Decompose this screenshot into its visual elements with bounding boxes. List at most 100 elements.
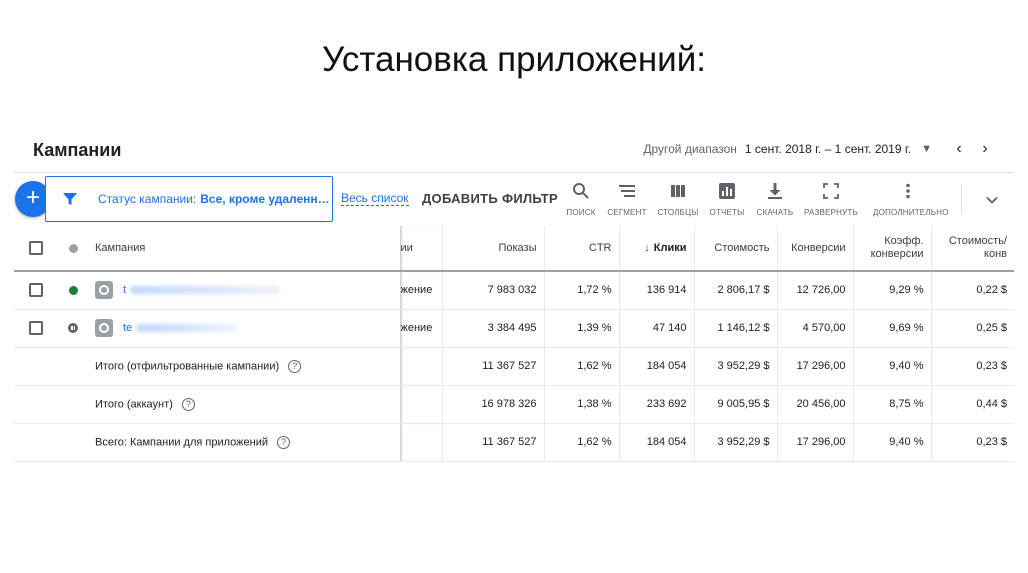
redacted-name: [130, 286, 281, 295]
col-header-conv-rate[interactable]: Коэфф. конверсии: [852, 226, 931, 272]
table-row[interactable]: t жение 7 983 032 1,72 % 136 914 2 806,1…: [14, 271, 1014, 310]
total-label-cell: Итого (аккаунт)?: [88, 385, 400, 424]
type-cell: [399, 423, 442, 462]
table-row[interactable]: te жение 3 384 495 1,39 % 47 140 1 146,1…: [14, 309, 1014, 348]
campaign-status-filter[interactable]: Статус кампании: Все, кроме удаленн…: [45, 176, 333, 222]
filter-icon: [63, 193, 77, 205]
enabled-status-icon[interactable]: [68, 285, 78, 295]
header-divider: [14, 172, 1014, 173]
total-label: Всего: Кампании для приложений: [95, 435, 268, 448]
columns-icon: [671, 185, 685, 197]
cost-cell: 2 806,17 $: [693, 271, 777, 310]
expand-tool-button[interactable]: РАЗВЕРНУТЬ: [796, 182, 866, 217]
conv-rate-cell: 9,40 %: [852, 347, 931, 386]
row-status-cell: [58, 309, 88, 348]
app-campaign-icon: [95, 281, 113, 300]
cost-per-conv-cell: 0,25 $: [930, 309, 1014, 348]
chevron-down-icon[interactable]: [982, 190, 1002, 210]
toolbar-divider: [961, 184, 962, 214]
conversions-cell: 17 296,00: [776, 423, 853, 462]
slide-title: Установка приложений:: [321, 40, 707, 79]
row-select-cell: [14, 309, 58, 348]
col-header-campaign[interactable]: Кампания: [88, 226, 400, 272]
date-range-value[interactable]: 1 сент. 2018 г. – 1 сент. 2019 г.: [745, 142, 911, 156]
total-label-cell: Всего: Кампании для приложений?: [88, 423, 400, 462]
col-header-clicks[interactable]: ↓ Клики: [618, 226, 694, 272]
cost-cell: 3 952,29 $: [693, 423, 777, 462]
col-header-impressions[interactable]: Показы: [441, 226, 544, 272]
campaign-cell: te: [88, 309, 400, 348]
table-header-row: Кампания ии Показы CTR ↓ Клики Стоимость …: [14, 226, 1014, 272]
ctr-cell: 1,72 %: [543, 271, 619, 310]
status-header-cell: [58, 226, 88, 272]
filter-label: Статус кампании:: [98, 192, 197, 206]
clicks-cell: 184 054: [618, 347, 694, 386]
prev-period-button[interactable]: ‹: [946, 140, 972, 158]
conversions-cell: 4 570,00: [776, 309, 853, 348]
expand-icon: [823, 183, 839, 199]
page-title: Кампании: [33, 140, 122, 160]
help-icon[interactable]: ?: [288, 359, 302, 373]
col-header-conversions[interactable]: Конверсии: [776, 226, 853, 272]
clicks-cell: 233 692: [618, 385, 694, 424]
empty-cell: [58, 347, 88, 386]
row-select-cell: [14, 271, 58, 310]
search-icon: [573, 183, 589, 199]
row-checkbox[interactable]: [29, 321, 43, 335]
download-icon: [768, 183, 782, 199]
col-header-ctr[interactable]: CTR: [543, 226, 619, 272]
app-campaign-icon: [95, 319, 113, 337]
campaign-name-link[interactable]: te: [123, 322, 132, 334]
empty-cell: [14, 423, 58, 462]
conversions-cell: 12 726,00: [776, 271, 853, 310]
empty-cell: [14, 347, 58, 386]
help-icon[interactable]: ?: [276, 435, 290, 449]
select-all-checkbox[interactable]: [29, 241, 43, 255]
col-header-type[interactable]: ии: [399, 226, 442, 272]
total-row-filtered: Итого (отфильтрованные кампании)? 11 367…: [14, 347, 1014, 386]
type-cell: [399, 347, 442, 386]
type-cell: [399, 385, 442, 424]
redacted-name: [136, 324, 237, 332]
col-header-cost[interactable]: Стоимость: [693, 226, 777, 272]
col-header-clicks-label: Клики: [653, 242, 687, 254]
clicks-cell: 136 914: [618, 271, 694, 310]
ctr-cell: 1,39 %: [543, 309, 619, 348]
ctr-cell: 1,38 %: [543, 385, 619, 424]
reports-icon: [719, 183, 735, 199]
impressions-cell: 16 978 326: [441, 385, 544, 424]
empty-cell: [14, 385, 58, 424]
paused-status-icon[interactable]: [68, 323, 78, 334]
date-range-label: Другой диапазон: [643, 142, 737, 156]
more-tool-button[interactable]: ДОПОЛНИТЕЛЬНО: [873, 182, 949, 217]
more-tool-label: ДОПОЛНИТЕЛЬНО: [873, 208, 949, 217]
more-vert-icon: [906, 183, 910, 199]
all-list-link[interactable]: Весь список: [341, 191, 409, 206]
col-header-cost-per-conv[interactable]: Стоимость/ конв: [930, 226, 1014, 272]
impressions-cell: 11 367 527: [441, 423, 544, 462]
conv-rate-cell: 8,75 %: [852, 385, 931, 424]
cost-per-conv-cell: 0,23 $: [930, 347, 1014, 386]
ctr-cell: 1,62 %: [543, 347, 619, 386]
cost-cell: 3 952,29 $: [693, 347, 777, 386]
row-checkbox[interactable]: [29, 283, 43, 298]
row-status-cell: [58, 271, 88, 310]
conv-rate-cell: 9,29 %: [852, 271, 931, 310]
conversions-cell: 17 296,00: [776, 347, 853, 386]
total-label-cell: Итого (отфильтрованные кампании)?: [88, 347, 400, 386]
dropdown-caret-icon[interactable]: ▼: [921, 143, 932, 155]
help-icon[interactable]: ?: [181, 397, 195, 411]
empty-cell: [58, 423, 88, 462]
next-period-button[interactable]: ›: [972, 140, 998, 158]
impressions-cell: 3 384 495: [441, 309, 544, 348]
cost-per-conv-cell: 0,22 $: [930, 271, 1014, 310]
campaign-name-link[interactable]: t: [123, 284, 126, 296]
total-label: Итого (отфильтрованные кампании): [95, 359, 280, 372]
select-all-cell: [14, 226, 58, 272]
filter-value: Все, кроме удаленн…: [200, 192, 330, 206]
segment-icon: [619, 185, 635, 197]
conv-rate-cell: 9,40 %: [852, 423, 931, 462]
date-range-picker[interactable]: Другой диапазон 1 сент. 2018 г. – 1 сент…: [643, 138, 998, 160]
type-cell: жение: [399, 271, 442, 310]
add-filter-button[interactable]: ДОБАВИТЬ ФИЛЬТР: [422, 191, 558, 206]
